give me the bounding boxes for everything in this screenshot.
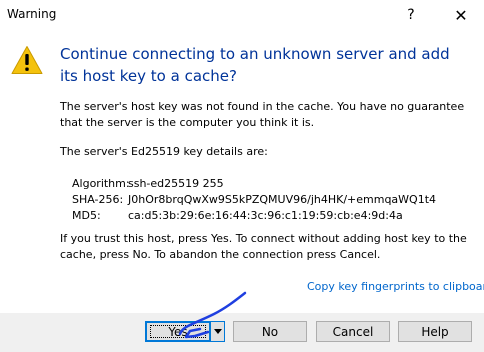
detail-label: MD5: xyxy=(72,209,101,222)
no-button[interactable]: No xyxy=(233,321,307,342)
close-icon: ✕ xyxy=(454,5,468,25)
title-bar: Warning ? ✕ xyxy=(0,0,484,31)
copy-fingerprints-link[interactable]: Copy key fingerprints to clipboard xyxy=(307,280,484,293)
chevron-down-icon xyxy=(213,329,222,334)
cancel-button-label: Cancel xyxy=(332,324,374,339)
help-button-label: Help xyxy=(421,324,449,339)
detail-label: Algorithm: xyxy=(72,177,130,190)
question-mark-icon: ? xyxy=(407,7,415,23)
window-title: Warning xyxy=(7,7,57,21)
key-details-heading: The server's Ed25519 key details are: xyxy=(60,145,268,158)
no-button-label: No xyxy=(261,324,279,339)
yes-dropdown-button[interactable] xyxy=(210,321,225,342)
warning-paragraph: The server's host key was not found in t… xyxy=(60,100,465,129)
detail-row-algorithm: Algorithm: ssh-ed25519 255 xyxy=(72,176,436,192)
focus-rectangle xyxy=(150,325,206,338)
detail-value: ca:d5:3b:29:6e:16:44:3c:96:c1:19:59:cb:e… xyxy=(128,209,403,222)
yes-button[interactable]: Yes xyxy=(145,321,211,342)
detail-value: ssh-ed25519 255 xyxy=(128,177,224,190)
button-bar: Yes No Cancel Help xyxy=(0,313,484,352)
help-button[interactable]: Help xyxy=(398,321,472,342)
detail-label: SHA-256: xyxy=(72,193,124,206)
cancel-button[interactable]: Cancel xyxy=(316,321,390,342)
dialog-content: Continue connecting to an unknown server… xyxy=(0,31,484,313)
detail-value: J0hOr8brqQwXw9S5kPZQMUV96/jh4HK/+emmqaWQ… xyxy=(128,193,437,206)
key-details: Algorithm: ssh-ed25519 255 SHA-256: J0hO… xyxy=(72,176,436,224)
help-title-button[interactable]: ? xyxy=(388,0,434,30)
detail-row-md5: MD5: ca:d5:3b:29:6e:16:44:3c:96:c1:19:59… xyxy=(72,208,436,224)
main-instruction: Continue connecting to an unknown server… xyxy=(60,45,450,85)
instructions-paragraph: If you trust this host, press Yes. To co… xyxy=(60,232,467,261)
detail-row-sha256: SHA-256: J0hOr8brqQwXw9S5kPZQMUV96/jh4HK… xyxy=(72,192,436,208)
close-button[interactable]: ✕ xyxy=(438,0,484,30)
warning-icon xyxy=(11,46,43,74)
